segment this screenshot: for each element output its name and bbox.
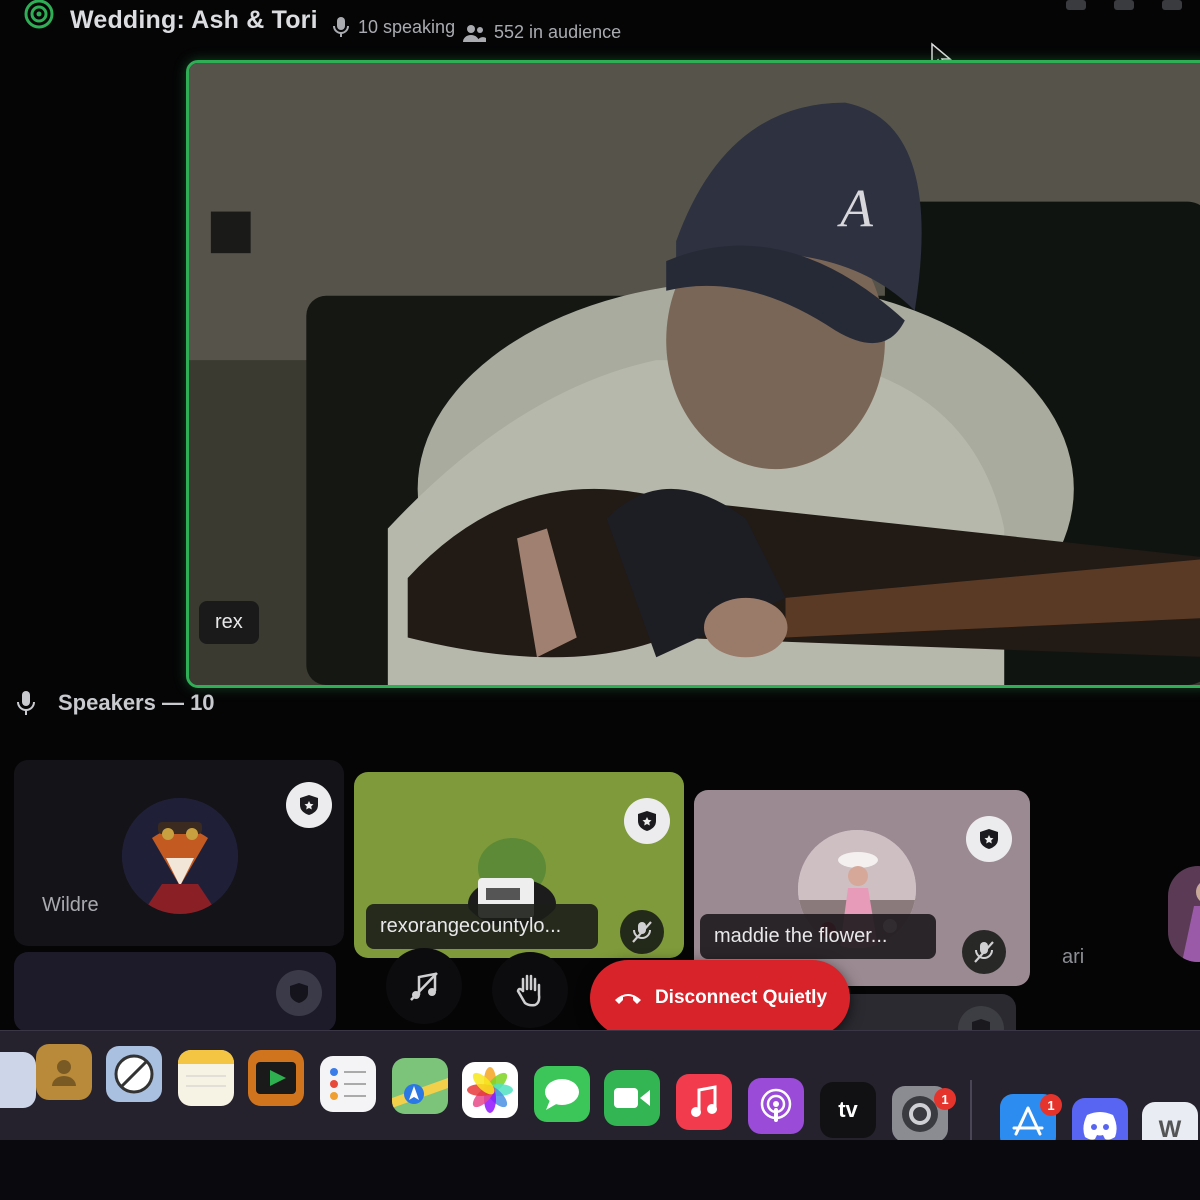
dock-separator	[970, 1080, 972, 1144]
svg-text:A: A	[837, 179, 873, 239]
moderator-shield-icon	[286, 782, 332, 828]
photos-icon[interactable]	[462, 1062, 518, 1118]
speaker-card[interactable]: Wildre	[14, 760, 344, 946]
moderator-shield-icon	[624, 798, 670, 844]
media-player-icon[interactable]	[248, 1050, 304, 1106]
reminders-icon[interactable]	[320, 1056, 376, 1112]
video-tile[interactable]: A rex	[186, 60, 1200, 688]
raise-hand-button[interactable]	[492, 952, 568, 1028]
raise-hand-icon	[516, 974, 541, 1007]
speaker-card[interactable]: rexorangecountylo...	[354, 772, 684, 958]
launchpad-icon[interactable]	[0, 1052, 36, 1108]
music-toggle-button[interactable]	[386, 948, 462, 1024]
speakers-title: Speakers — 10	[58, 690, 215, 715]
notes-icon[interactable]	[178, 1050, 234, 1106]
search-icon[interactable]	[1114, 0, 1134, 10]
people-icon	[463, 24, 486, 42]
mic-muted-icon	[962, 930, 1006, 974]
notification-badge: 1	[934, 1088, 956, 1110]
speaker-card[interactable]	[14, 952, 336, 1032]
audience-label: 552 in audience	[494, 22, 622, 42]
podcasts-icon[interactable]	[748, 1078, 804, 1134]
video-feed: A	[189, 63, 1200, 685]
moderator-shield-icon	[966, 816, 1012, 862]
facetime-icon[interactable]	[604, 1070, 660, 1126]
speaker-card[interactable]: maddie the flower...	[694, 790, 1030, 986]
microphone-icon	[17, 691, 35, 715]
moderator-shield-icon	[276, 970, 322, 1016]
stage-channel-icon	[24, 0, 54, 29]
avatar	[1168, 866, 1200, 962]
speaking-count: 10 speaking	[332, 16, 455, 38]
contacts-icon[interactable]	[36, 1044, 92, 1100]
speaker-name: rexorangecountylo...	[366, 904, 598, 949]
header-toolbar	[1066, 0, 1182, 10]
video-name-tag: rex	[199, 601, 259, 644]
speaker-name: ari	[1062, 946, 1085, 968]
disconnect-label: Disconnect Quietly	[654, 987, 828, 1008]
avatar	[122, 798, 238, 914]
stage-header: Wedding: Ash & Tori 10 speaking 552 in a…	[0, 0, 1200, 56]
toggle-icon[interactable]	[1162, 0, 1182, 10]
maps-icon[interactable]	[392, 1058, 448, 1114]
microphone-icon	[333, 17, 349, 37]
hang-up-icon	[614, 994, 641, 1004]
audience-count: 552 in audience	[462, 22, 621, 43]
speaking-label: 10 speaking	[358, 16, 456, 37]
mic-muted-icon	[620, 910, 664, 954]
apple-tv-label: tv	[838, 1097, 858, 1122]
speakers-heading: Speakers — 10	[16, 690, 215, 716]
toolbar-icon[interactable]	[1066, 0, 1086, 10]
disconnect-quietly-button[interactable]: Disconnect Quietly	[590, 960, 850, 1036]
messages-icon[interactable]	[534, 1066, 590, 1122]
screen-time-icon[interactable]	[106, 1046, 162, 1102]
speaker-name: Wildre	[42, 894, 99, 916]
stage-title: Wedding: Ash & Tori	[70, 6, 318, 34]
music-off-icon	[410, 972, 438, 1001]
desk-edge	[0, 1140, 1200, 1200]
apple-tv-icon[interactable]: tv	[820, 1082, 876, 1138]
speaker-name: maddie the flower...	[700, 914, 936, 959]
notification-badge: 1	[1040, 1094, 1062, 1116]
music-icon[interactable]	[676, 1074, 732, 1130]
